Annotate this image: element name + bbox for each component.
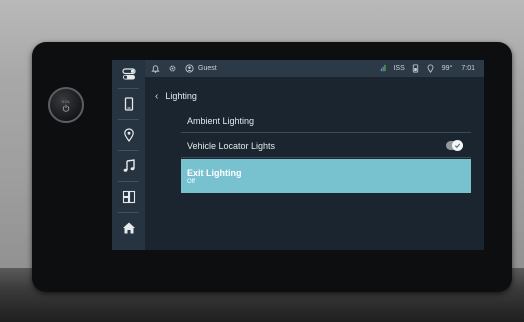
page-title: Lighting (165, 91, 197, 101)
music-note-icon (123, 159, 135, 172)
home-icon (122, 222, 135, 234)
menu-item-ambient-lighting[interactable]: Ambient Lighting (181, 109, 471, 132)
menu-item-label: Exit Lighting (187, 167, 242, 178)
menu-item-vehicle-locator-lights[interactable]: Vehicle Locator Lights (181, 134, 471, 157)
sidebar-divider (118, 181, 139, 182)
menu-item-label: Vehicle Locator Lights (187, 140, 276, 151)
phone-icon (124, 97, 133, 111)
sidebar-divider (118, 150, 139, 151)
status-bar: Guest ISS 99° 7:01 (145, 60, 484, 77)
sidebar-item-audio[interactable] (112, 153, 145, 179)
sidebar-divider (118, 119, 139, 120)
apps-grid-icon (122, 190, 135, 204)
sidebar-item-controls[interactable] (112, 61, 145, 87)
toggle-switch-icon (121, 68, 136, 80)
back-button[interactable]: ‹ Lighting (155, 89, 197, 103)
sidebar-item-home[interactable] (112, 215, 145, 241)
infotainment-screen: Guest ISS 99° 7:01 ‹ Lighting Ambient Li… (112, 60, 484, 250)
menu-item-label: Ambient Lighting (187, 115, 255, 126)
sidebar-divider (118, 212, 139, 213)
station-label: ISS (393, 65, 405, 72)
signal-icon (377, 63, 389, 75)
sidebar-item-navigation[interactable] (112, 122, 145, 148)
checkmark-icon (452, 140, 463, 151)
menu-item-value: Off (187, 178, 195, 185)
menu-item-exit-lighting[interactable]: Exit Lighting Off (181, 159, 471, 193)
vehicle-locator-toggle[interactable] (446, 140, 463, 151)
sidebar (112, 60, 145, 250)
divider (181, 132, 471, 133)
clock: 7:01 (461, 65, 475, 72)
power-icon (62, 104, 70, 112)
temperature-readout: 99° (441, 65, 453, 72)
divider (181, 157, 471, 158)
user-profile-icon[interactable] (183, 63, 195, 75)
sidebar-item-phone[interactable] (112, 91, 145, 117)
location-pin-icon (123, 128, 134, 142)
lighting-settings-page: ‹ Lighting Ambient Lighting Vehicle Loca… (145, 77, 484, 250)
sidebar-item-apps[interactable] (112, 184, 145, 210)
settings-gear-icon[interactable] (166, 63, 178, 75)
notification-bell-icon[interactable] (149, 63, 161, 75)
phone-battery-icon (410, 63, 422, 75)
volume-knob[interactable]: VOL (48, 87, 84, 123)
chevron-left-icon: ‹ (155, 90, 159, 102)
user-name[interactable]: Guest (198, 65, 217, 72)
location-icon (425, 63, 437, 75)
sidebar-divider (118, 88, 139, 89)
